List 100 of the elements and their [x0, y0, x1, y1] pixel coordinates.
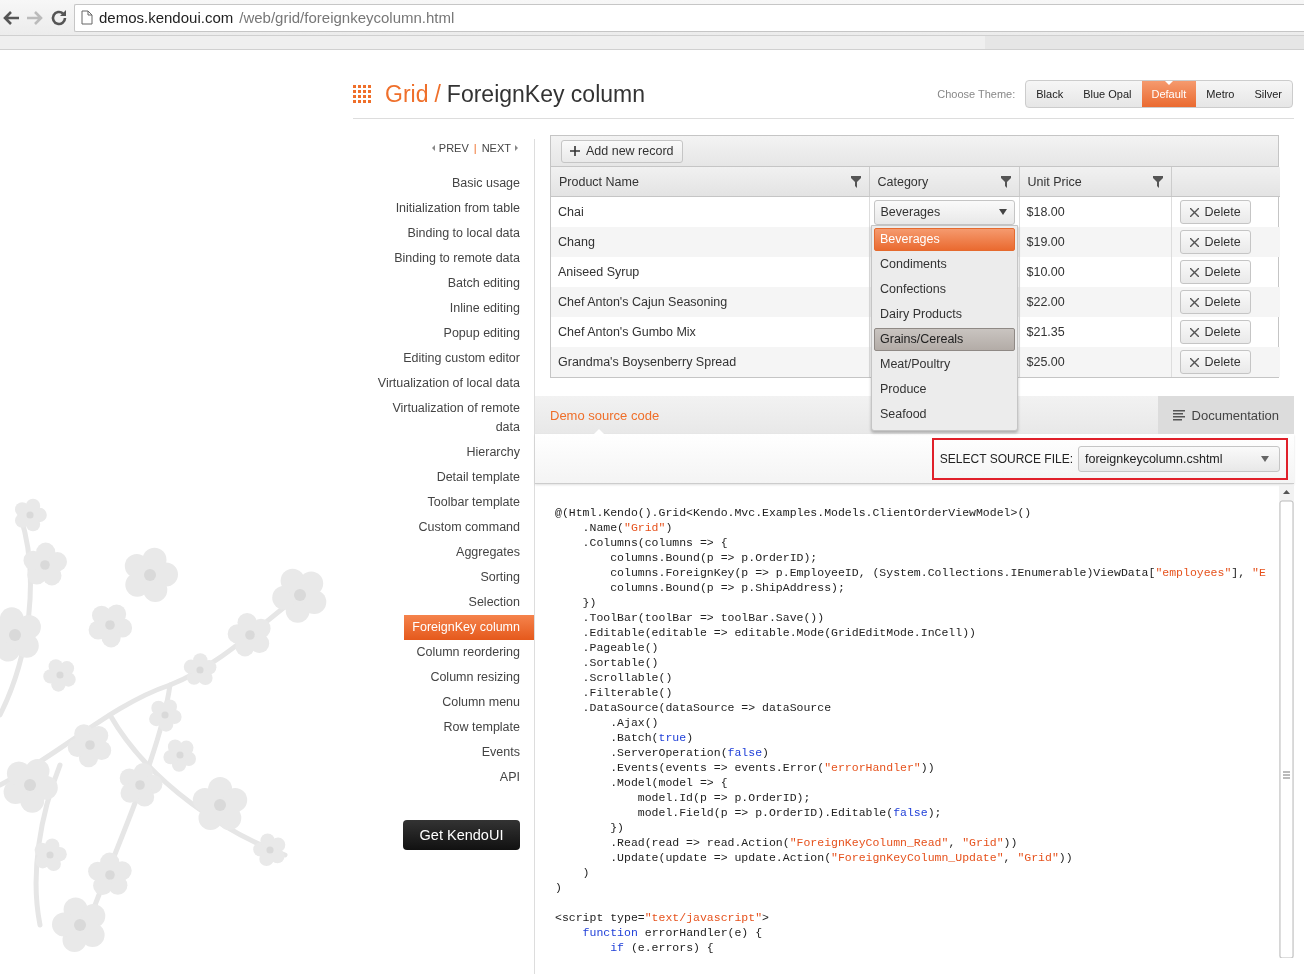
nav-item[interactable]: Binding to remote data [386, 246, 534, 271]
nav-item[interactable]: Sorting [472, 565, 534, 590]
code-line: columns.ForeignKey(p => p.EmployeeID, (System.Collections.IEnumerable)ViewData["employees"], "E [609, 565, 1267, 580]
address-field[interactable]: demos.kendoui.com /web/grid/foreignkeycolumn.html [74, 3, 1304, 32]
nav-item[interactable]: Detail template [428, 465, 534, 490]
nav-item[interactable]: Virtualization of remote data [362, 396, 534, 440]
code-line: .Sortable() [581, 655, 660, 670]
title-separator: / [434, 80, 441, 108]
code-line: }) [609, 820, 625, 835]
code-line: .Editable(editable => editable.Mode(GridEditMode.InCell)) [581, 625, 977, 640]
source-tab[interactable]: Documentation [1157, 396, 1294, 434]
next-link[interactable]: NEXT [481, 142, 518, 154]
prev-link[interactable]: PREV [431, 142, 469, 154]
source-file-dropdown[interactable]: foreignkeycolumn.cshtml [1078, 445, 1280, 472]
nav-item[interactable]: Editing custom editor [395, 346, 534, 371]
nav-item[interactable]: Inline editing [441, 296, 534, 321]
link-separator: | [473, 142, 477, 154]
grid-icon [353, 85, 371, 103]
table-cell: $22.00 [1019, 287, 1171, 317]
close-icon [1189, 237, 1199, 247]
delete-button[interactable]: Delete [1179, 350, 1251, 374]
page-icon [81, 10, 93, 25]
dropdown-option[interactable]: Dairy Products [874, 303, 1015, 326]
filter-icon[interactable] [1152, 175, 1163, 188]
nav-item[interactable]: API [491, 765, 534, 790]
close-icon [1189, 207, 1199, 217]
close-icon [1189, 267, 1199, 277]
nav-item[interactable]: Toolbar template [419, 490, 534, 515]
code-line: model.Field(p => p.OrderID).Editable(false); [636, 805, 943, 820]
caret-icon [998, 209, 1007, 215]
nav-item[interactable]: Events [473, 740, 534, 765]
close-icon [1189, 357, 1199, 367]
theme-button[interactable]: Metro [1196, 81, 1245, 107]
category-dropdown[interactable]: Beverages [873, 199, 1015, 225]
code-line: model.Id(p => p.OrderID); [636, 790, 812, 805]
left-arrow-icon [431, 145, 435, 151]
filter-icon[interactable] [850, 175, 861, 188]
column-header[interactable]: Unit Price [1019, 167, 1171, 197]
plus-icon [570, 146, 580, 156]
nav-item[interactable]: Basic usage [443, 171, 534, 196]
nav-item[interactable]: Hierarchy [458, 440, 534, 465]
theme-label: Choose Theme: [937, 88, 1016, 100]
reload-icon[interactable] [50, 8, 68, 27]
code-line: .Update(update => update.Action("ForeignKeyColumn_Update", "Grid")) [609, 850, 1074, 865]
table-cell: $25.00 [1019, 347, 1171, 377]
code-line: @(Html.Kendo().Grid<Kendo.Mvc.Examples.Models.ClientOrderViewModel>() [555, 505, 1033, 520]
dropdown-option[interactable]: Condiments [874, 253, 1015, 276]
nav-item[interactable]: Initialization from table [387, 196, 534, 221]
nav-item[interactable]: Column resizing [422, 665, 534, 690]
delete-button[interactable]: Delete [1179, 200, 1251, 224]
table-cell: $19.00 [1019, 227, 1171, 257]
code-line: .Read(read => read.Action("ForeignKeyColumn_Read", "Grid")) [609, 835, 1019, 850]
nav-item[interactable]: Custom command [410, 515, 534, 540]
theme-button[interactable]: Blue Opal [1073, 81, 1142, 107]
dropdown-option[interactable]: Meat/Poultry [874, 353, 1015, 376]
back-icon[interactable] [2, 9, 20, 26]
delete-button[interactable]: Delete [1179, 260, 1251, 284]
source-file-label: SELECT SOURCE FILE: [939, 451, 1073, 466]
code-line: ) [555, 880, 563, 895]
code-line: }) [581, 595, 598, 610]
column-title: Product Name [559, 174, 639, 189]
code-line: .Name("Grid") [581, 520, 674, 535]
delete-button[interactable]: Delete [1179, 320, 1251, 344]
code-line: .Columns(columns => { [581, 535, 729, 550]
nav-item[interactable]: Virtualization of local data [369, 371, 534, 396]
nav-item[interactable]: Column reordering [408, 640, 534, 665]
dropdown-option[interactable]: Produce [874, 378, 1015, 401]
get-kendoui-button[interactable]: Get KendoUI [403, 820, 520, 850]
code-line: .Model(model => { [609, 775, 729, 790]
column-header[interactable]: Product Name [551, 167, 869, 197]
scrollbar[interactable] [0, 35, 1304, 50]
filter-icon[interactable] [1000, 175, 1011, 188]
delete-button[interactable]: Delete [1179, 290, 1251, 314]
nav-item[interactable]: Batch editing [439, 271, 534, 296]
caret-icon [1261, 455, 1269, 462]
nav-item[interactable]: Selection [460, 590, 534, 615]
table-cell: Chang [551, 227, 869, 257]
table-cell: Grandma's Boysenberry Spread [551, 347, 869, 377]
add-record-button[interactable]: Add new record [561, 139, 683, 163]
theme-button[interactable]: Black [1026, 81, 1074, 107]
column-header[interactable]: Category [869, 167, 1019, 197]
table-cell: Chef Anton's Cajun Seasoning [551, 287, 869, 317]
scrollbar[interactable] [1279, 485, 1294, 958]
close-icon [1189, 327, 1199, 337]
code-line: .Filterable() [581, 685, 674, 700]
dropdown-option[interactable]: Grains/Cereals [874, 328, 1015, 351]
nav-item[interactable]: Binding to local data [399, 221, 534, 246]
nav-item[interactable]: Row template [435, 715, 534, 740]
code-line: .DataSource(dataSource => dataSource [581, 700, 833, 715]
nav-item[interactable]: Column menu [434, 690, 534, 715]
nav-item[interactable]: Aggregates [448, 540, 534, 565]
delete-button[interactable]: Delete [1179, 230, 1251, 254]
code-line: .ServerOperation(false) [609, 745, 770, 760]
dropdown-option[interactable]: Seafood [874, 403, 1015, 426]
dropdown-option[interactable]: Confections [874, 278, 1015, 301]
code-line: .Scrollable() [581, 670, 674, 685]
theme-button[interactable]: Silver [1244, 81, 1292, 107]
nav-item[interactable]: Popup editing [435, 321, 534, 346]
code-line: .Batch(true) [609, 730, 695, 745]
code-line: if (e.errors) { [609, 940, 715, 955]
